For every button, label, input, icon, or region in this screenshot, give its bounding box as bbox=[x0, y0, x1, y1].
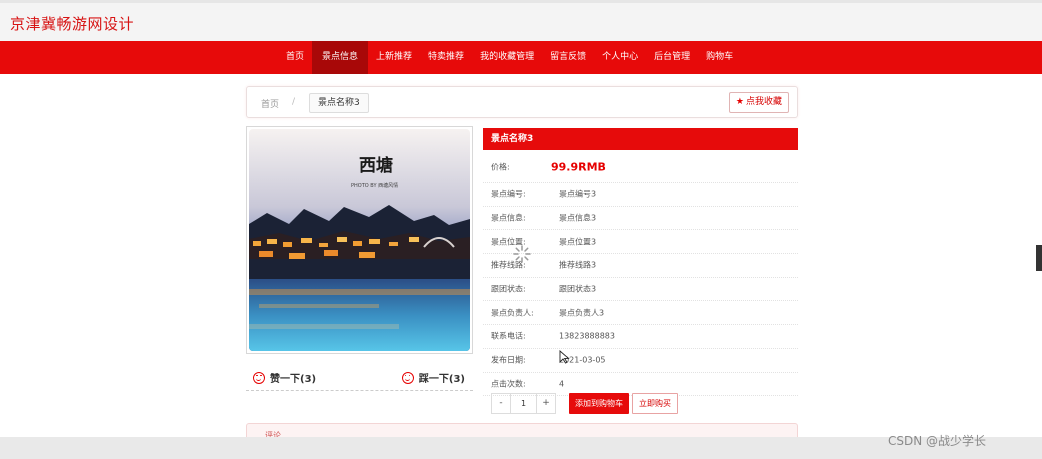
detail-value: 4 bbox=[559, 379, 565, 389]
detail-row: 跟团状态: 跟团状态3 bbox=[483, 278, 798, 302]
dislike-label: 踩一下(3) bbox=[418, 374, 465, 385]
nav-item-profile[interactable]: 个人中心 bbox=[594, 41, 646, 74]
quantity-stepper: - 1 + bbox=[491, 393, 556, 414]
breadcrumb-current: 景点名称3 bbox=[309, 93, 369, 113]
photo-caption-sub: PHOTO BY 西塘风情 bbox=[351, 182, 398, 189]
detail-value: 景点编号3 bbox=[559, 189, 597, 199]
detail-title: 景点名称3 bbox=[483, 128, 798, 150]
detail-value: 景点信息3 bbox=[559, 213, 597, 223]
favorite-label: 点我收藏 bbox=[745, 97, 782, 107]
watermark: CSDN @战少学长 bbox=[888, 434, 987, 448]
detail-row: 景点信息: 景点信息3 bbox=[483, 207, 798, 231]
detail-value: 景点负责人3 bbox=[559, 308, 605, 318]
quantity-input[interactable]: 1 bbox=[510, 394, 537, 413]
detail-label: 联系电话: bbox=[491, 331, 526, 341]
nav-item-attractions[interactable]: 景点信息 bbox=[312, 41, 369, 74]
loading-icon bbox=[513, 245, 531, 263]
attraction-image: 西塘 PHOTO BY 西塘风情 bbox=[246, 126, 473, 354]
photo-caption-main: 西塘 bbox=[359, 155, 393, 176]
detail-value: 13823888883 bbox=[559, 331, 615, 341]
bottom-strip bbox=[0, 437, 1042, 459]
top-header: 京津冀畅游网设计 bbox=[0, 0, 1042, 41]
scrollbar-handle[interactable] bbox=[1036, 245, 1042, 271]
price-row: 价格: 99.9RMB bbox=[483, 152, 798, 183]
price-value: 99.9RMB bbox=[551, 160, 606, 174]
smile-icon bbox=[253, 371, 265, 384]
attraction-photo: 西塘 PHOTO BY 西塘风情 bbox=[249, 129, 470, 351]
detail-row: 景点负责人: 景点负责人3 bbox=[483, 301, 798, 326]
detail-label: 点击次数: bbox=[491, 379, 526, 389]
breadcrumb-separator: / bbox=[292, 97, 296, 107]
nav-item-home[interactable]: 首页 bbox=[278, 41, 312, 74]
main-nav: 首页 景点信息 上新推荐 特卖推荐 我的收藏管理 留言反馈 个人中心 后台管理 … bbox=[0, 41, 1042, 74]
add-to-cart-button[interactable]: 添加到购物车 bbox=[569, 393, 629, 414]
quantity-minus-button[interactable]: - bbox=[492, 394, 510, 413]
detail-label: 跟团状态: bbox=[491, 284, 526, 294]
dislike-button[interactable]: 踩一下(3) bbox=[401, 370, 465, 385]
breadcrumb: 首页 / 景点名称3 ★ 点我收藏 bbox=[246, 86, 798, 118]
site-title[interactable]: 京津冀畅游网设计 bbox=[10, 13, 134, 34]
purchase-bar: - 1 + 添加到购物车 立即购买 bbox=[491, 393, 791, 415]
detail-value: 推荐线路3 bbox=[559, 260, 597, 270]
detail-row: 景点编号: 景点编号3 bbox=[483, 183, 798, 207]
buy-now-button[interactable]: 立即购买 bbox=[632, 393, 678, 414]
detail-row: 发布日期: 2021-03-05 bbox=[483, 349, 798, 373]
price-label: 价格: bbox=[491, 162, 510, 172]
vote-row: 赞一下(3) 踩一下(3) bbox=[246, 366, 473, 391]
smile-icon bbox=[401, 371, 414, 384]
detail-label: 发布日期: bbox=[491, 355, 526, 365]
nav-item-sale[interactable]: 特卖推荐 bbox=[420, 41, 472, 74]
quantity-plus-button[interactable]: + bbox=[537, 394, 555, 413]
nav-item-favorites[interactable]: 我的收藏管理 bbox=[472, 41, 542, 74]
nav-item-cart[interactable]: 购物车 bbox=[698, 41, 741, 74]
detail-label: 景点负责人: bbox=[491, 308, 534, 318]
nav-item-admin[interactable]: 后台管理 bbox=[646, 41, 698, 74]
cursor-icon bbox=[559, 350, 570, 364]
breadcrumb-home[interactable]: 首页 bbox=[261, 97, 279, 110]
detail-value: 景点位置3 bbox=[559, 237, 597, 247]
detail-value: 跟团状态3 bbox=[559, 284, 597, 294]
detail-label: 景点信息: bbox=[491, 213, 526, 223]
like-button[interactable]: 赞一下(3) bbox=[253, 370, 316, 385]
nav-list: 首页 景点信息 上新推荐 特卖推荐 我的收藏管理 留言反馈 个人中心 后台管理 … bbox=[278, 41, 741, 74]
detail-list: 价格: 99.9RMB 景点编号: 景点编号3 景点信息: 景点信息3 景点位置… bbox=[483, 152, 798, 397]
detail-label: 景点编号: bbox=[491, 189, 526, 199]
nav-item-new[interactable]: 上新推荐 bbox=[368, 41, 420, 74]
detail-row: 联系电话: 13823888883 bbox=[483, 325, 798, 349]
like-label: 赞一下(3) bbox=[270, 374, 317, 385]
favorite-button[interactable]: ★ 点我收藏 bbox=[728, 92, 789, 113]
nav-item-feedback[interactable]: 留言反馈 bbox=[542, 41, 594, 74]
star-icon: ★ bbox=[735, 97, 744, 107]
